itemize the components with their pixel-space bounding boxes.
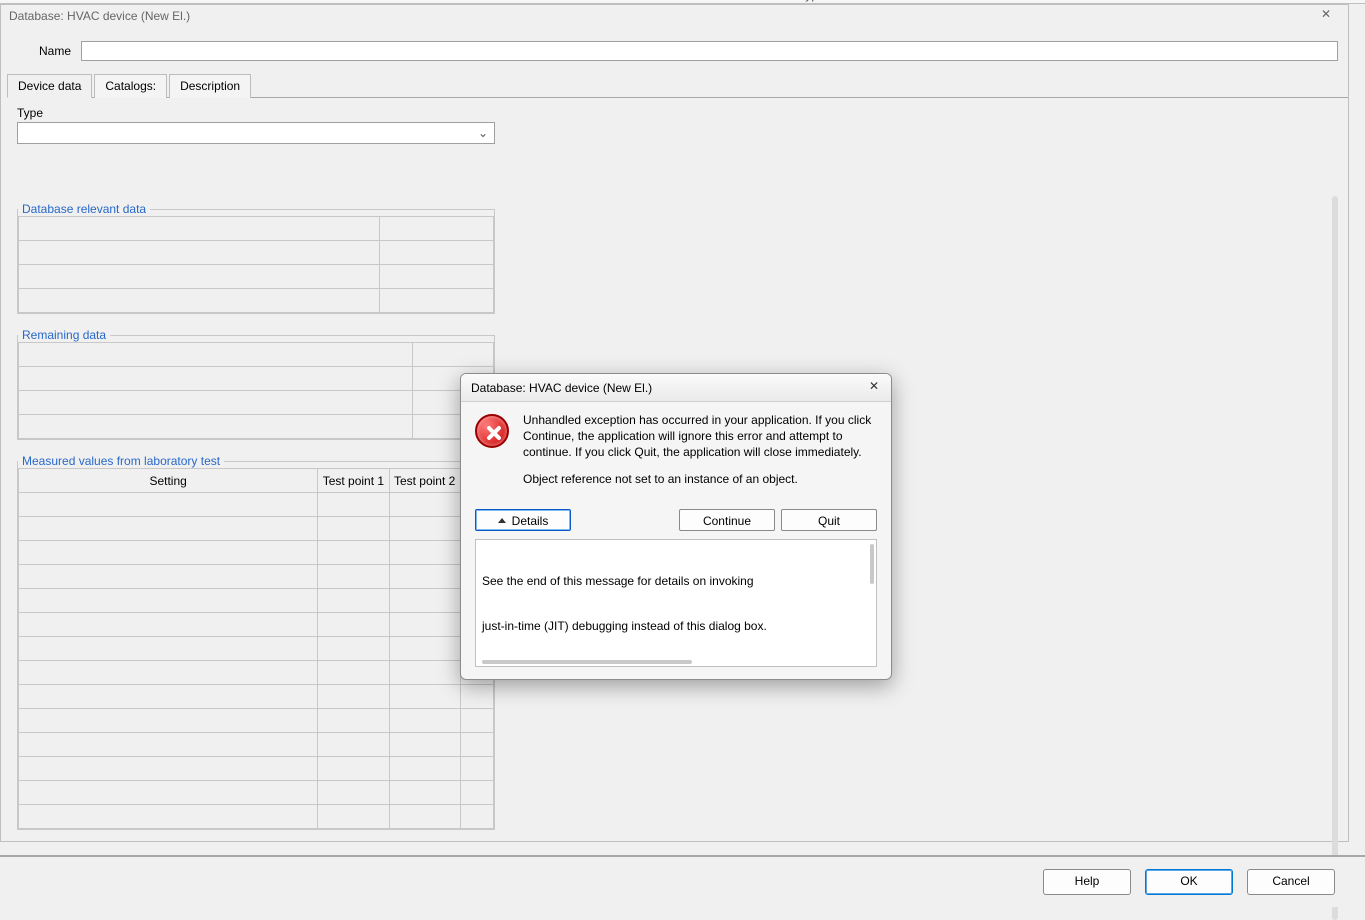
table-row bbox=[19, 367, 494, 391]
table-row bbox=[19, 733, 494, 757]
name-input[interactable] bbox=[81, 41, 1338, 61]
ok-button[interactable]: OK bbox=[1145, 869, 1233, 895]
stack-vscrollbar[interactable] bbox=[870, 544, 874, 584]
stack-hscrollbar[interactable] bbox=[482, 660, 692, 664]
tab-description[interactable]: Description bbox=[169, 74, 251, 98]
table-row bbox=[19, 217, 494, 241]
tab-bar: Device data Catalogs: Description bbox=[7, 73, 1348, 98]
stack-line: just-in-time (JIT) debugging instead of … bbox=[482, 619, 870, 635]
table-row bbox=[19, 613, 494, 637]
fieldset-database-relevant: Database relevant data bbox=[17, 202, 495, 314]
quit-button[interactable]: Quit bbox=[781, 509, 877, 531]
table-row bbox=[19, 517, 494, 541]
table-row bbox=[19, 637, 494, 661]
stacktrace-box[interactable]: See the end of this message for details … bbox=[475, 539, 877, 667]
col-tp2: Test point 2 bbox=[389, 469, 460, 493]
table-row bbox=[19, 685, 494, 709]
table-row bbox=[19, 781, 494, 805]
table-row bbox=[19, 709, 494, 733]
tab-device-data[interactable]: Device data bbox=[7, 74, 92, 98]
table-row bbox=[19, 289, 494, 313]
main-scrollbar[interactable] bbox=[1332, 196, 1338, 920]
fieldset-database-legend: Database relevant data bbox=[18, 202, 150, 216]
error-message-line1: Unhandled exception has occurred in your… bbox=[523, 412, 877, 461]
fieldset-remaining-legend: Remaining data bbox=[18, 328, 110, 342]
table-row bbox=[19, 565, 494, 589]
main-titlebar: Database: HVAC device (New El.) bbox=[1, 5, 1348, 27]
fieldset-remaining-data: Remaining data bbox=[17, 328, 495, 440]
col-setting: Setting bbox=[19, 469, 318, 493]
main-title: Database: HVAC device (New El.) bbox=[9, 9, 190, 23]
col-tp1: Test point 1 bbox=[318, 469, 389, 493]
table-row bbox=[19, 241, 494, 265]
table-row bbox=[19, 343, 494, 367]
type-dropdown[interactable]: ⌄ bbox=[17, 122, 495, 144]
error-message-line2: Object reference not set to an instance … bbox=[523, 471, 877, 487]
table-row bbox=[19, 541, 494, 565]
name-label: Name bbox=[11, 44, 81, 58]
main-close-button[interactable]: ✕ bbox=[1312, 7, 1340, 25]
table-row bbox=[19, 265, 494, 289]
table-row bbox=[19, 415, 494, 439]
error-icon bbox=[475, 414, 509, 448]
db-data-table bbox=[18, 216, 494, 313]
table-row bbox=[19, 589, 494, 613]
table-row bbox=[19, 805, 494, 829]
parent-header-device: Device type bbox=[762, 0, 825, 2]
error-close-button[interactable]: ✕ bbox=[865, 379, 883, 397]
error-title: Database: HVAC device (New El.) bbox=[471, 381, 652, 395]
details-button[interactable]: Details bbox=[475, 509, 571, 531]
chevron-down-icon: ⌄ bbox=[478, 126, 488, 140]
error-message: Unhandled exception has occurred in your… bbox=[523, 412, 877, 497]
close-icon: ✕ bbox=[1321, 7, 1331, 21]
table-row bbox=[19, 757, 494, 781]
lab-values-table: Setting Test point 1 Test point 2 bbox=[18, 468, 494, 829]
table-row bbox=[19, 661, 494, 685]
help-button[interactable]: Help bbox=[1043, 869, 1131, 895]
error-titlebar: Database: HVAC device (New El.) bbox=[461, 374, 891, 402]
triangle-up-icon bbox=[498, 518, 506, 523]
parent-header-name: Name bbox=[508, 0, 540, 2]
error-dialog: Database: HVAC device (New El.) ✕ Unhand… bbox=[460, 373, 892, 680]
type-label: Type bbox=[17, 106, 1332, 120]
main-button-bar: Help OK Cancel bbox=[0, 855, 1365, 907]
tab-catalogs[interactable]: Catalogs: bbox=[94, 74, 167, 98]
fieldset-lab-values: Measured values from laboratory test Set… bbox=[17, 454, 495, 830]
close-icon: ✕ bbox=[869, 379, 879, 393]
stack-line: See the end of this message for details … bbox=[482, 574, 870, 590]
table-header-row: Setting Test point 1 Test point 2 bbox=[19, 469, 494, 493]
fieldset-lab-legend: Measured values from laboratory test bbox=[18, 454, 224, 468]
continue-button[interactable]: Continue bbox=[679, 509, 775, 531]
remaining-data-table bbox=[18, 342, 494, 439]
cancel-button[interactable]: Cancel bbox=[1247, 869, 1335, 895]
details-label: Details bbox=[512, 514, 549, 528]
table-row bbox=[19, 391, 494, 415]
table-row bbox=[19, 493, 494, 517]
